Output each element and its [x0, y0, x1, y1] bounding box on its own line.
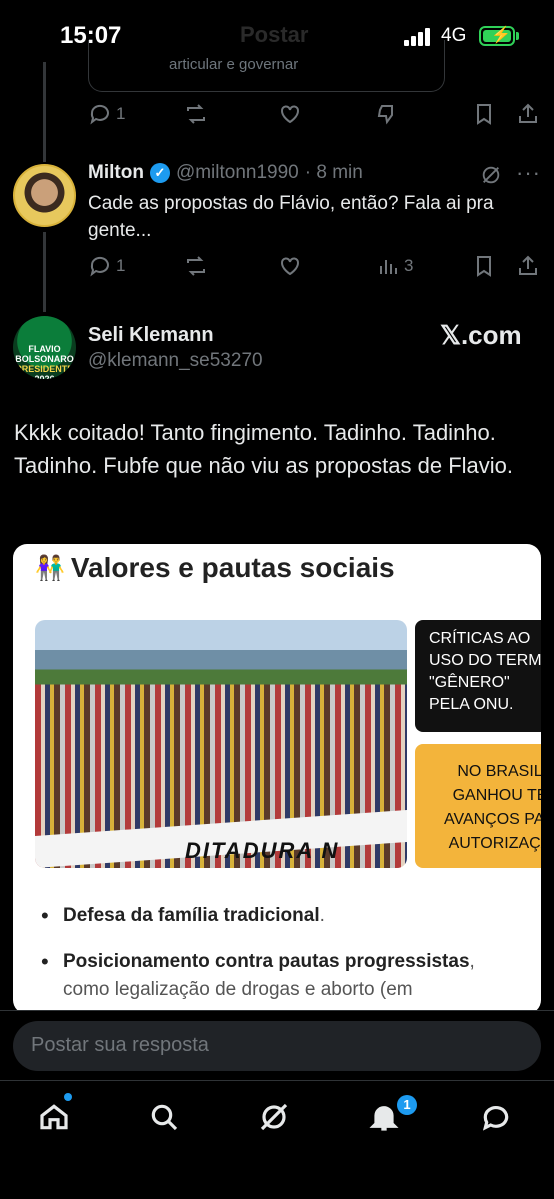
reply-button[interactable]: 1	[88, 102, 125, 126]
bookmark-icon	[477, 256, 491, 277]
heart-icon	[281, 105, 299, 124]
list-item: Posicionamento contra pautas progressist…	[41, 948, 531, 1004]
author-name[interactable]: Milton	[88, 162, 144, 184]
crowd-photo: DITADURA N	[35, 620, 407, 868]
avatar[interactable]: FLAVIO BOLSONARO PRESIDENTE 2026	[13, 316, 76, 379]
home-icon	[40, 1104, 68, 1130]
comic-panel-text: CRÍTICAS AO USO DO TERMO "GÊNERO" PELA O…	[429, 630, 541, 713]
battery-icon: ⚡	[479, 26, 515, 46]
reply-composer: Postar sua resposta	[0, 1010, 554, 1080]
views-chart-icon	[380, 260, 397, 274]
views-button[interactable]: 3	[376, 254, 413, 278]
share-button[interactable]	[516, 102, 540, 126]
verified-badge-icon: ✓	[149, 163, 170, 183]
share-icon	[519, 103, 537, 123]
author-handle[interactable]: @klemann_se53270	[88, 350, 263, 372]
reply-icon	[90, 256, 109, 277]
reply-placeholder: Postar sua resposta	[31, 1034, 209, 1056]
thread-connector	[43, 232, 46, 312]
family-icon: 👫	[35, 554, 65, 582]
tab-grok[interactable]	[258, 1101, 294, 1137]
heart-icon	[281, 257, 299, 276]
image-title: 👫 Valores e pautas sociais	[35, 552, 395, 584]
share-button[interactable]	[516, 254, 540, 278]
reply-count: 1	[116, 104, 126, 123]
like-button[interactable]	[278, 102, 302, 126]
home-notification-dot	[64, 1093, 72, 1101]
bell-icon	[369, 1106, 399, 1131]
tab-search[interactable]	[148, 1101, 184, 1137]
post-text: Kkkk coitado! Tanto fingimento. Tadinho.…	[14, 420, 513, 478]
quoted-post-snippet: articular e governar	[169, 56, 299, 73]
protest-banner-text: DITADURA N	[185, 838, 340, 863]
image-title-text: Valores e pautas sociais	[70, 552, 395, 583]
repost-icon	[187, 256, 205, 276]
author-handle[interactable]: @miltonn1990	[176, 162, 299, 184]
share-icon	[519, 255, 537, 275]
notifications-badge: 1	[397, 1095, 417, 1115]
reply-text: Cade as propostas do Flávio, então? Fala…	[88, 193, 494, 241]
reply-button[interactable]: 1	[88, 254, 125, 278]
battery-nub	[516, 32, 519, 40]
source-label: 𝕏.com	[440, 320, 522, 350]
chat-bubble-icon	[482, 1106, 509, 1131]
reply-input[interactable]: Postar sua resposta	[13, 1021, 541, 1071]
quoted-post-card[interactable]: articular e governar	[88, 40, 445, 92]
thread-connector	[43, 62, 46, 162]
bookmark-button[interactable]	[472, 254, 496, 278]
comic-panel-text: NO BRASIL GANHOU TE AVANÇOS PAR AUTORIZA…	[443, 763, 541, 852]
repost-button[interactable]	[184, 254, 208, 278]
post-actions: 1	[88, 102, 540, 132]
downvote-button[interactable]	[374, 102, 398, 126]
comic-panel: NO BRASIL GANHOU TE AVANÇOS PAR AUTORIZA…	[415, 744, 541, 868]
reply-count: 1	[116, 256, 126, 275]
bullet-list: Defesa da família tradicional. Posiciona…	[41, 902, 531, 1014]
reply-icon	[90, 104, 109, 125]
views-count: 3	[404, 256, 414, 275]
author-name[interactable]: Seli Klemann	[88, 324, 214, 347]
reply-header: Milton ✓ @miltonn1990 · 8 min	[88, 162, 363, 184]
list-item: Defesa da família tradicional.	[41, 902, 531, 930]
tab-messages[interactable]	[480, 1101, 516, 1137]
comic-panel: CRÍTICAS AO USO DO TERMO "GÊNERO" PELA O…	[415, 620, 541, 732]
avatar-lettering: FLAVIO BOLSONARO PRESIDENTE 2026	[15, 344, 74, 379]
repost-button[interactable]	[184, 102, 208, 126]
repost-icon	[187, 104, 205, 124]
like-button[interactable]	[278, 254, 302, 278]
avatar[interactable]	[13, 164, 76, 227]
bottom-tab-bar: 1	[0, 1080, 554, 1199]
bookmark-button[interactable]	[472, 102, 496, 126]
post-image[interactable]: 👫 Valores e pautas sociais DITADURA N CR…	[13, 544, 541, 1014]
grok-icon	[260, 1103, 288, 1131]
more-options-icon[interactable]: ···	[516, 160, 541, 186]
post-actions: 1 3	[88, 254, 540, 284]
tab-home[interactable]	[38, 1101, 74, 1137]
downvote-icon	[377, 105, 393, 125]
search-icon	[151, 1104, 178, 1131]
bookmark-icon	[477, 104, 491, 125]
grok-icon[interactable]	[480, 164, 502, 186]
post-time: · 8 min	[304, 162, 363, 183]
